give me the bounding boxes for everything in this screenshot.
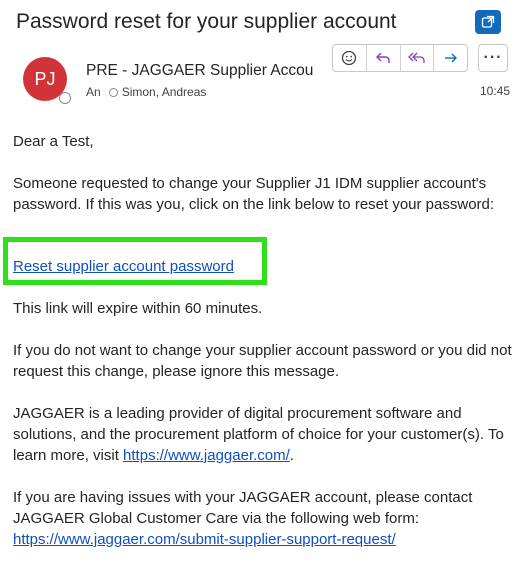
avatar-initials: PJ xyxy=(34,68,56,89)
about-suffix: . xyxy=(289,447,294,464)
intro-paragraph: Someone requested to change your Supplie… xyxy=(13,175,495,213)
more-actions-button[interactable]: ··· xyxy=(478,44,508,72)
support-paragraph: If you are having issues with your JAGGA… xyxy=(13,487,513,550)
reply-icon xyxy=(376,52,390,63)
emoji-icon xyxy=(342,50,357,66)
reply-all-icon xyxy=(407,52,425,63)
open-in-new-window-icon xyxy=(481,15,495,28)
support-text: If you are having issues with your JAGGA… xyxy=(13,489,473,527)
support-request-link[interactable]: https://www.jaggaer.com/submit-supplier-… xyxy=(13,531,396,548)
presence-status-icon xyxy=(59,92,71,104)
recipient-line: An Simon, Andreas xyxy=(86,84,206,100)
sender-name[interactable]: PRE - JAGGAER Supplier Accour xyxy=(86,61,314,81)
expiry-notice: This link will expire within 60 minutes. xyxy=(13,300,263,317)
reset-link-paragraph: Reset supplier account password xyxy=(13,256,513,277)
reply-all-button[interactable] xyxy=(401,45,435,71)
recipient-presence-icon xyxy=(108,87,118,97)
recipient-name[interactable]: Simon, Andreas xyxy=(122,84,207,100)
to-label: An xyxy=(86,85,101,99)
reply-button[interactable] xyxy=(367,45,401,71)
email-subject: Password reset for your supplier account xyxy=(16,10,397,33)
forward-icon xyxy=(444,53,457,63)
emoji-button[interactable] xyxy=(333,45,367,71)
message-actions xyxy=(332,44,468,72)
received-time: 10:45 xyxy=(480,84,511,98)
reset-password-link[interactable]: Reset supplier account password xyxy=(13,258,234,275)
ignore-paragraph: If you do not want to change your suppli… xyxy=(13,342,512,380)
forward-button[interactable] xyxy=(434,45,467,71)
open-in-new-window-button[interactable] xyxy=(475,10,501,34)
greeting: Dear a Test, xyxy=(13,133,94,150)
jaggaer-website-link[interactable]: https://www.jaggaer.com/ xyxy=(123,447,290,464)
more-icon: ··· xyxy=(483,49,503,66)
about-paragraph: JAGGAER is a leading provider of digital… xyxy=(13,403,513,466)
